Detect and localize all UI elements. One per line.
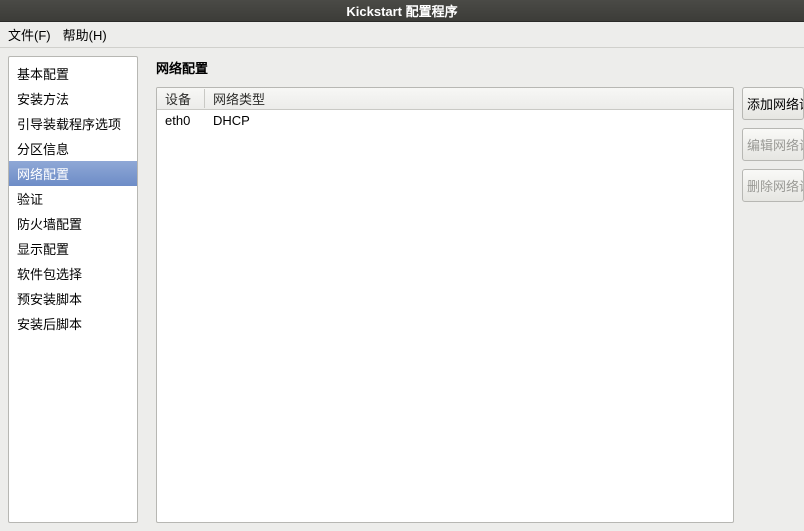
table-body: eth0 DHCP xyxy=(157,110,733,522)
window-titlebar: Kickstart 配置程序 xyxy=(0,0,804,22)
sidebar-item-basic[interactable]: 基本配置 xyxy=(9,61,137,86)
sidebar-item-display[interactable]: 显示配置 xyxy=(9,236,137,261)
delete-network-button[interactable]: 删除网络设备 xyxy=(742,169,804,202)
cell-device: eth0 xyxy=(157,113,205,128)
table-row[interactable]: eth0 DHCP xyxy=(157,110,733,131)
sidebar-item-install[interactable]: 安装方法 xyxy=(9,86,137,111)
network-table[interactable]: 设备 网络类型 eth0 DHCP xyxy=(156,87,734,523)
col-header-device[interactable]: 设备 xyxy=(157,89,205,108)
sidebar-item-network[interactable]: 网络配置 xyxy=(9,161,137,186)
sidebar-item-auth[interactable]: 验证 xyxy=(9,186,137,211)
menu-help[interactable]: 帮助(H) xyxy=(57,25,113,44)
add-network-button[interactable]: 添加网络设备 xyxy=(742,87,804,120)
window-title: Kickstart 配置程序 xyxy=(346,1,457,20)
sidebar-item-bootloader[interactable]: 引导装载程序选项 xyxy=(9,111,137,136)
section-title: 网络配置 xyxy=(156,56,804,77)
col-header-type[interactable]: 网络类型 xyxy=(205,89,733,108)
menubar: 文件(F) 帮助(H) xyxy=(0,22,804,48)
sidebar-item-prescript[interactable]: 预安装脚本 xyxy=(9,286,137,311)
content-area: 基本配置 安装方法 引导装载程序选项 分区信息 网络配置 验证 防火墙配置 显示… xyxy=(0,48,804,531)
sidebar: 基本配置 安装方法 引导装载程序选项 分区信息 网络配置 验证 防火墙配置 显示… xyxy=(8,56,138,523)
sidebar-item-postscript[interactable]: 安装后脚本 xyxy=(9,311,137,336)
sidebar-item-firewall[interactable]: 防火墙配置 xyxy=(9,211,137,236)
edit-network-button[interactable]: 编辑网络设备 xyxy=(742,128,804,161)
main-panel: 网络配置 设备 网络类型 eth0 DHCP 添加网络设备 编辑网络设备 删除网… xyxy=(156,56,804,523)
cell-type: DHCP xyxy=(205,113,733,128)
sidebar-item-partition[interactable]: 分区信息 xyxy=(9,136,137,161)
sidebar-item-packages[interactable]: 软件包选择 xyxy=(9,261,137,286)
button-column: 添加网络设备 编辑网络设备 删除网络设备 xyxy=(742,87,804,523)
table-header: 设备 网络类型 xyxy=(157,88,733,110)
menu-file[interactable]: 文件(F) xyxy=(2,25,57,44)
